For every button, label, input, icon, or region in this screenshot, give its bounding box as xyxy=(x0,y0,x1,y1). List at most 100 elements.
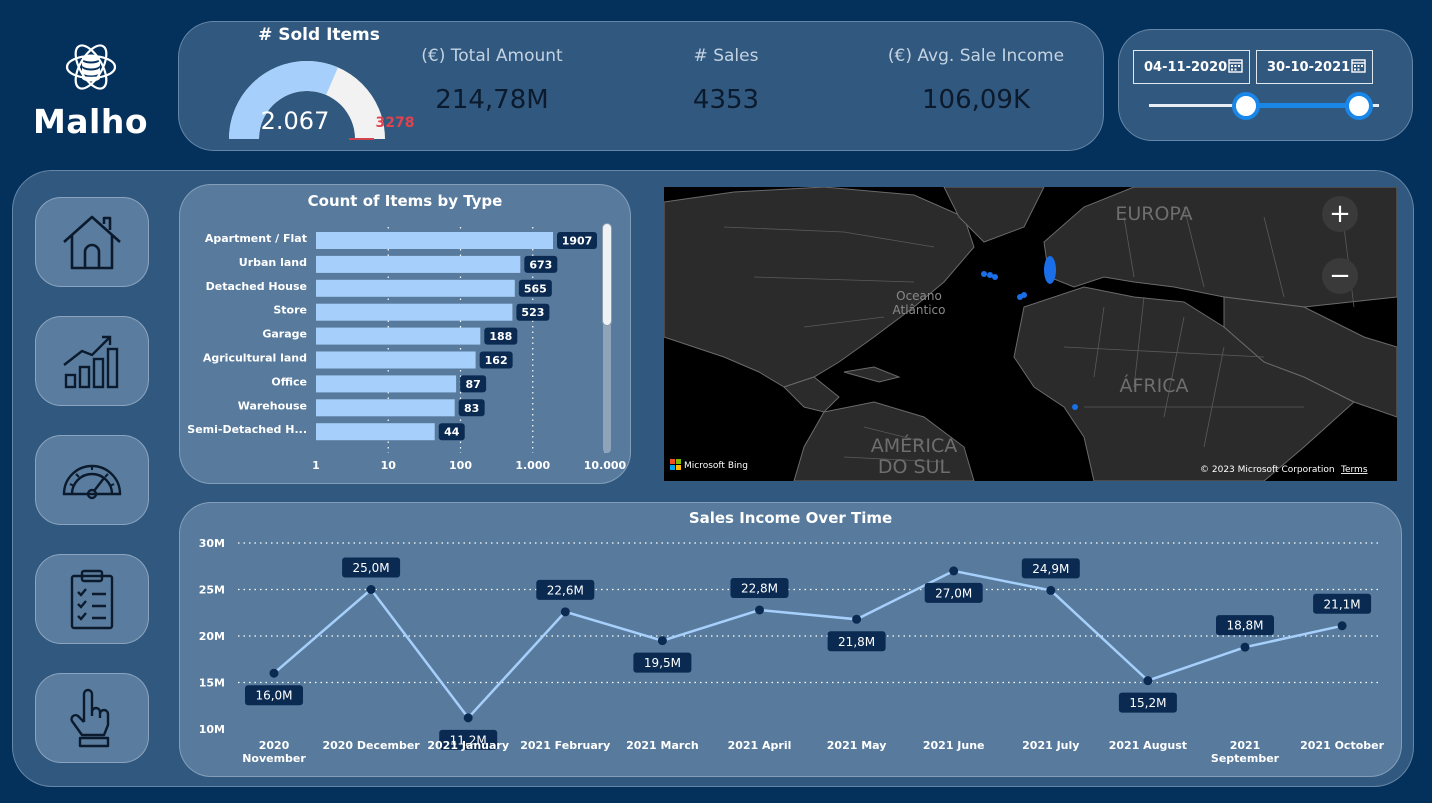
bar xyxy=(316,423,435,441)
bar xyxy=(316,255,521,273)
x-tick-label: 2021 xyxy=(1230,739,1261,752)
nav-checklist-button[interactable] xyxy=(35,554,149,644)
pointer-hand-icon xyxy=(70,688,110,748)
x-tick-label: 2021 February xyxy=(520,739,610,752)
data-point xyxy=(1143,676,1153,686)
x-tick-label: 2021 April xyxy=(728,739,792,752)
avg-income-value: 106,09K xyxy=(921,85,1031,115)
brand-logo: Malho xyxy=(18,38,163,141)
data-point xyxy=(269,668,279,678)
world-map[interactable]: Oceano Atlântico EUROPA ÁFRICA AMÉRICA D… xyxy=(664,187,1397,481)
data-label: 1907 xyxy=(562,235,593,248)
x-tick-label: 100 xyxy=(449,459,472,472)
bar-growth-icon xyxy=(63,335,119,389)
data-label: 523 xyxy=(521,306,544,319)
data-label: 18,8M xyxy=(1226,619,1263,633)
start-date-handle[interactable] xyxy=(1232,92,1260,120)
x-tick-label: 2021 October xyxy=(1300,739,1384,752)
data-label: 16,0M xyxy=(255,689,292,703)
avg-income-title: (€) Avg. Sale Income xyxy=(887,46,1065,66)
data-label: 22,6M xyxy=(547,583,584,597)
x-tick-label: September xyxy=(1211,752,1280,765)
category-label: Apartment / Flat xyxy=(205,232,307,245)
calendar-icon[interactable] xyxy=(1228,58,1243,73)
bar xyxy=(316,351,476,369)
items-bar-chart: 1 10 100 1.000 10.000 Apartment / Flat 1907 Urb… xyxy=(187,227,627,472)
data-point xyxy=(949,566,959,576)
y-tick-label: 30M xyxy=(199,537,225,550)
data-label: 27,0M xyxy=(935,586,972,600)
bar xyxy=(316,375,457,393)
x-tick-label: 2021 August xyxy=(1109,739,1187,752)
category-label: Semi-Detached H... xyxy=(187,423,307,436)
data-label: 565 xyxy=(524,282,547,295)
clipboard-checklist-icon xyxy=(70,569,114,630)
europe-label: EUROPA xyxy=(1115,203,1192,225)
sold-items-title: # Sold Items xyxy=(258,25,380,45)
map-point-portugal xyxy=(1044,256,1056,284)
data-point xyxy=(1240,642,1250,652)
total-amount-value: 214,78M xyxy=(435,85,549,115)
data-label: 24,9M xyxy=(1032,562,1069,576)
category-label: Agricultural land xyxy=(203,352,307,365)
africa-label: ÁFRICA xyxy=(1120,374,1189,397)
end-date-input[interactable]: 30-10-2021 xyxy=(1256,50,1373,84)
data-label: 87 xyxy=(465,378,480,391)
x-tick-label: 2020 December xyxy=(322,739,420,752)
data-label: 188 xyxy=(489,330,512,343)
nav-performance-button[interactable] xyxy=(35,435,149,525)
nav-interact-button[interactable] xyxy=(35,673,149,763)
map-point-madeira-2 xyxy=(1021,292,1027,298)
calendar-icon[interactable] xyxy=(1351,58,1366,73)
category-label: Detached House xyxy=(206,280,307,293)
data-label: 25,0M xyxy=(353,561,390,575)
series-line xyxy=(273,569,1343,720)
x-tick-label: 2021 January xyxy=(427,739,509,752)
data-label: 673 xyxy=(529,258,552,271)
data-point xyxy=(463,713,473,723)
data-point xyxy=(366,585,376,594)
nav-home-button[interactable] xyxy=(35,197,149,287)
y-tick-label: 10M xyxy=(199,723,225,736)
map-point-azores xyxy=(981,271,987,277)
zoom-out-button[interactable]: − xyxy=(1322,258,1358,294)
sales-value: 4353 xyxy=(692,85,760,115)
category-label: Garage xyxy=(262,328,307,341)
data-point xyxy=(560,607,570,617)
x-tick-label: 10.000 xyxy=(584,459,627,472)
data-point xyxy=(1337,621,1347,631)
map-attribution: Microsoft Bing xyxy=(684,461,748,471)
end-date-handle[interactable] xyxy=(1345,92,1373,120)
x-tick-label: 2021 March xyxy=(626,739,699,752)
category-label: Urban land xyxy=(239,256,307,269)
zoom-in-button[interactable]: + xyxy=(1322,196,1358,232)
sales-income-panel: Sales Income Over Time 10M 15M 20M 25M 30M 16… xyxy=(179,502,1402,777)
date-slider-range xyxy=(1245,103,1360,108)
x-tick-label: 2021 May xyxy=(827,739,887,752)
map-terms-link[interactable]: Terms xyxy=(1340,465,1368,475)
sales-map[interactable]: Oceano Atlântico EUROPA ÁFRICA AMÉRICA D… xyxy=(664,187,1397,481)
items-by-type-panel: Count of Items by Type 1 10 100 1.000 10.000… xyxy=(179,184,631,484)
data-point xyxy=(852,614,862,624)
kpi-panel: # Sold Items 2.067 3278 (€) Total Amount… xyxy=(178,21,1104,151)
total-amount-title: (€) Total Amount xyxy=(421,46,563,66)
x-tick-label: 2020 xyxy=(259,739,290,752)
nav-analytics-button[interactable] xyxy=(35,316,149,406)
bar xyxy=(316,232,553,249)
minus-icon: − xyxy=(1329,261,1351,291)
items-chart-scroll-thumb[interactable] xyxy=(602,223,612,326)
start-date-value: 04-11-2020 xyxy=(1144,59,1228,75)
sales-title: # Sales xyxy=(693,46,759,66)
home-icon xyxy=(63,215,121,270)
data-label: 22,8M xyxy=(741,581,778,595)
sold-items-target: 3278 xyxy=(376,115,415,131)
sales-income-line-chart: 10M 15M 20M 25M 30M 16,0M 2020November 25,0M 202… xyxy=(199,537,1385,765)
map-point-azores-3 xyxy=(992,274,998,280)
start-date-input[interactable]: 04-11-2020 xyxy=(1133,50,1250,84)
data-label: 21,8M xyxy=(838,635,875,649)
category-label: Store xyxy=(273,304,307,317)
ocean-label-2: Atlântico xyxy=(893,303,946,317)
south-america-label-2: DO SUL xyxy=(878,456,951,478)
x-tick-label: 10 xyxy=(381,459,397,472)
x-tick-label: 2021 June xyxy=(923,739,985,752)
